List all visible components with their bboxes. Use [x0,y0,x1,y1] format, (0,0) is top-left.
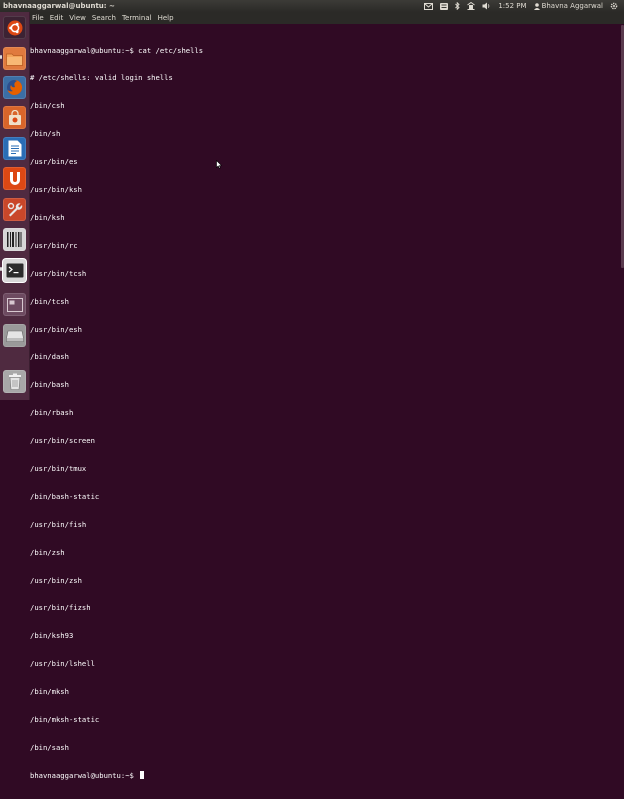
terminal-line: /usr/bin/fizsh [30,603,91,613]
terminal-prompt: bhavnaaggarwal@ubuntu:~$ [30,770,139,780]
barcode-icon [7,232,22,247]
menu-edit[interactable]: Edit [50,12,64,24]
terminal-line: /bin/sh [30,129,61,139]
terminal-lines: bhavnaaggarwal@ubuntu:~$ cat /etc/shells… [30,24,624,799]
running-indicator [0,55,2,59]
ubuntu-one-icon [9,172,20,185]
terminal-line: /bin/bash-static [30,491,100,501]
terminal-line: /usr/bin/zsh [30,575,82,585]
terminal-line: # /etc/shells: valid login shells [30,73,173,83]
terminal-line: /bin/mksh-static [30,714,100,724]
terminal-line: /usr/bin/ksh [30,185,82,195]
terminal-line: /bin/rbash [30,408,74,418]
terminal-icon [6,263,23,278]
top-panel: bhavnaaggarwal@ubuntu: ~ 1:52 PM Bhavna … [0,0,624,12]
menu-help[interactable]: Help [158,12,174,24]
window-title: bhavnaaggarwal@ubuntu: ~ [3,2,115,10]
wrench-icon [7,202,23,217]
launcher-firefox[interactable] [3,76,26,99]
running-indicator [0,267,2,271]
document-icon [8,140,21,157]
mouse-pointer-icon [216,160,222,169]
terminal-line: /usr/bin/rc [30,240,78,250]
launcher-writer[interactable] [3,137,26,160]
launcher-terminal[interactable] [3,259,26,282]
launcher-drive[interactable] [3,324,26,347]
trash-icon [8,373,21,390]
terminal-line: /bin/ksh93 [30,631,74,641]
text-cursor [140,770,145,779]
launcher-software-center[interactable] [3,106,26,129]
terminal-line: /bin/csh [30,101,65,111]
menu-search[interactable]: Search [92,12,116,24]
drive-icon [5,330,24,342]
terminal-line: /usr/bin/tcsh [30,268,87,278]
launcher-trash[interactable] [3,370,26,393]
terminal-line: /usr/bin/fish [30,519,87,529]
shopping-bag-icon [8,109,21,125]
terminal-line: /bin/dash [30,352,69,362]
launcher [0,12,30,400]
network-icon[interactable] [467,2,476,10]
volume-icon[interactable] [482,2,491,10]
workspace-icon [6,297,23,312]
firefox-icon [7,79,23,95]
launcher-disk-utility[interactable] [3,228,26,251]
user-icon [533,2,540,10]
launcher-dash-home[interactable] [3,16,26,39]
terminal-line: /bin/tcsh [30,296,69,306]
menu-terminal[interactable]: Terminal [122,12,152,24]
launcher-ubuntu-one[interactable] [3,167,26,190]
user-name: Bhavna Aggarwal [541,2,603,10]
terminal-line: /usr/bin/esh [30,324,82,334]
bluetooth-icon[interactable] [455,2,460,10]
menu-view[interactable]: View [69,12,86,24]
terminal-line: /usr/bin/tmux [30,463,87,473]
menu-file[interactable]: File [32,12,44,24]
terminal-line: /usr/bin/screen [30,436,95,446]
clock[interactable]: 1:52 PM [498,0,526,12]
terminal-line: /bin/ksh [30,212,65,222]
launcher-system-settings[interactable] [3,198,26,221]
launcher-workspace-switcher[interactable] [3,293,26,316]
terminal-prompt-line[interactable]: bhavnaaggarwal@ubuntu:~$ [30,770,624,780]
terminal-line: bhavnaaggarwal@ubuntu:~$ cat /etc/shells [30,45,204,55]
terminal-line: /usr/bin/lshell [30,659,95,669]
ubuntu-logo-icon [7,20,22,35]
terminal-line: /bin/sash [30,742,69,752]
terminal-line: /bin/zsh [30,547,65,557]
user-menu[interactable]: Bhavna Aggarwal [533,0,603,12]
menu-bar: File Edit View Search Terminal Help [30,12,624,24]
folder-icon [6,53,23,66]
terminal-output[interactable]: bhavnaaggarwal@ubuntu:~$ cat /etc/shells… [30,24,624,780]
mail-icon[interactable] [424,2,434,10]
indicator-area: 1:52 PM Bhavna Aggarwal [424,0,624,12]
keyboard-layout-icon[interactable] [440,2,449,10]
terminal-line: /usr/bin/es [30,157,78,167]
terminal-line: /bin/mksh [30,687,69,697]
power-gear-icon[interactable] [610,2,618,10]
terminal-line: /bin/bash [30,380,69,390]
launcher-files[interactable] [3,47,26,70]
